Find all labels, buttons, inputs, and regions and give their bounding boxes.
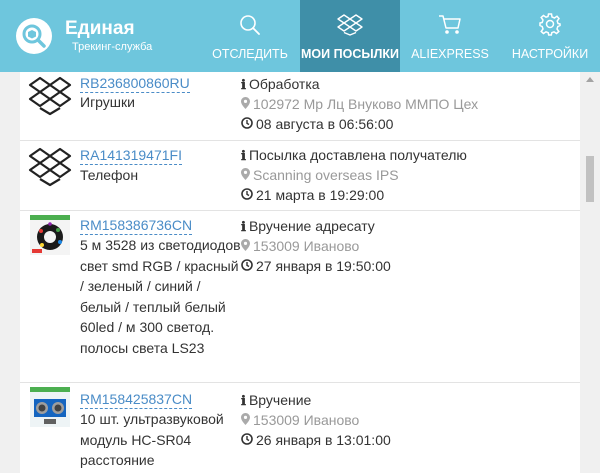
scrollbar[interactable] xyxy=(580,72,600,473)
sensor-module-photo xyxy=(30,387,70,427)
location-line: 153009 Иваново xyxy=(241,412,359,429)
status-line: ℹ Обработка xyxy=(241,76,320,94)
status-line: ℹ Вручение адресату xyxy=(241,218,375,236)
location-text: 153009 Иваново xyxy=(253,238,360,254)
date-line: 27 января в 19:50:00 xyxy=(241,258,391,275)
app-header: Единая Трекинг-служба ОТСЛЕДИТЬ МОИ ПОСЫ… xyxy=(0,0,600,72)
nav-my-parcels-label: МОИ ПОСЫЛКИ xyxy=(301,47,399,61)
scrollbar-thumb[interactable] xyxy=(586,156,594,202)
gear-icon xyxy=(539,13,561,36)
location-line: Scanning overseas IPS xyxy=(241,167,399,184)
list-item[interactable]: RM158425837CN 10 шт. ультразвуковой моду… xyxy=(20,383,580,473)
nav-settings-label: НАСТРОЙКИ xyxy=(511,47,589,61)
list-item[interactable]: RA141319471FI Телефон ℹ Посылка доставлен… xyxy=(20,141,580,211)
location-text: Scanning overseas IPS xyxy=(253,167,399,183)
map-marker-icon xyxy=(241,168,250,180)
info-icon: ℹ xyxy=(241,78,246,93)
app-title: Единая xyxy=(65,18,135,39)
map-marker-icon xyxy=(241,413,250,425)
info-icon: ℹ xyxy=(241,220,246,235)
track-number[interactable]: RM158386736CN xyxy=(80,217,193,235)
track-number[interactable]: RA141319471FI xyxy=(80,147,182,165)
nav-aliexpress[interactable]: ALIEXPRESS xyxy=(400,0,500,72)
track-number[interactable]: RB236800860RU xyxy=(80,75,190,93)
nav-track[interactable]: ОТСЛЕДИТЬ xyxy=(200,0,300,72)
map-marker-icon xyxy=(241,97,250,109)
nav-my-parcels[interactable]: МОИ ПОСЫЛКИ xyxy=(300,0,400,72)
date-text: 27 января в 19:50:00 xyxy=(256,258,391,274)
location-text: 153009 Иваново xyxy=(253,412,360,428)
location-text: 102972 Мр Лц Внуково ММПО Цех xyxy=(253,96,479,112)
clock-icon xyxy=(241,117,253,129)
date-text: 21 марта в 19:29:00 xyxy=(256,187,385,203)
location-line: 153009 Иваново xyxy=(241,238,359,255)
date-line: 21 марта в 19:29:00 xyxy=(241,187,384,204)
map-marker-icon xyxy=(241,239,250,251)
nav-settings[interactable]: НАСТРОЙКИ xyxy=(500,0,600,72)
date-text: 08 августа в 06:56:00 xyxy=(256,116,394,132)
status-text: Вручение xyxy=(248,392,312,408)
status-text: Посылка доставлена получателю xyxy=(248,147,467,163)
list-item[interactable]: RB236800860RU Игрушки ℹ Обработка 102972 … xyxy=(20,72,580,141)
dropbox-icon xyxy=(337,14,363,36)
status-line: ℹ Посылка доставлена получателю xyxy=(241,147,467,165)
dropbox-icon xyxy=(28,76,72,116)
parcel-title: 10 шт. ультразвуковой модуль HC-SR04 рас… xyxy=(80,411,224,468)
parcel-list[interactable]: RB236800860RU Игрушки ℹ Обработка 102972 … xyxy=(20,72,580,473)
date-line: 26 января в 13:01:00 xyxy=(241,432,391,449)
parcel-title: Телефон xyxy=(80,167,139,183)
clock-icon xyxy=(241,259,253,271)
status-line: ℹ Вручение xyxy=(241,392,311,410)
parcel-title: Игрушки xyxy=(80,94,135,110)
brand[interactable]: Единая Трекинг-служба xyxy=(0,0,200,72)
dropbox-icon xyxy=(28,147,72,187)
led-strip-photo xyxy=(30,215,70,255)
app-subtitle: Трекинг-служба xyxy=(72,41,153,53)
date-text: 26 января в 13:01:00 xyxy=(256,432,391,448)
cart-icon xyxy=(439,15,461,34)
track-number[interactable]: RM158425837CN xyxy=(80,391,193,409)
search-icon xyxy=(240,15,260,35)
list-item[interactable]: RM158386736CN 5 м 3528 из светодиодов св… xyxy=(20,211,580,383)
info-icon: ℹ xyxy=(241,394,246,409)
logo-icon xyxy=(16,18,52,54)
scroll-up-arrow-icon[interactable] xyxy=(586,77,594,82)
clock-icon xyxy=(241,433,253,445)
info-icon: ℹ xyxy=(241,149,246,164)
parcel-title: 5 м 3528 из светодиодов свет smd RGB / к… xyxy=(80,237,241,356)
nav-track-label: ОТСЛЕДИТЬ xyxy=(212,47,288,61)
status-text: Вручение адресату xyxy=(248,218,375,234)
date-line: 08 августа в 06:56:00 xyxy=(241,116,393,133)
nav-aliexpress-label: ALIEXPRESS xyxy=(411,47,489,61)
status-text: Обработка xyxy=(248,76,320,92)
location-line: 102972 Мр Лц Внуково ММПО Цех xyxy=(241,96,478,113)
clock-icon xyxy=(241,188,253,200)
